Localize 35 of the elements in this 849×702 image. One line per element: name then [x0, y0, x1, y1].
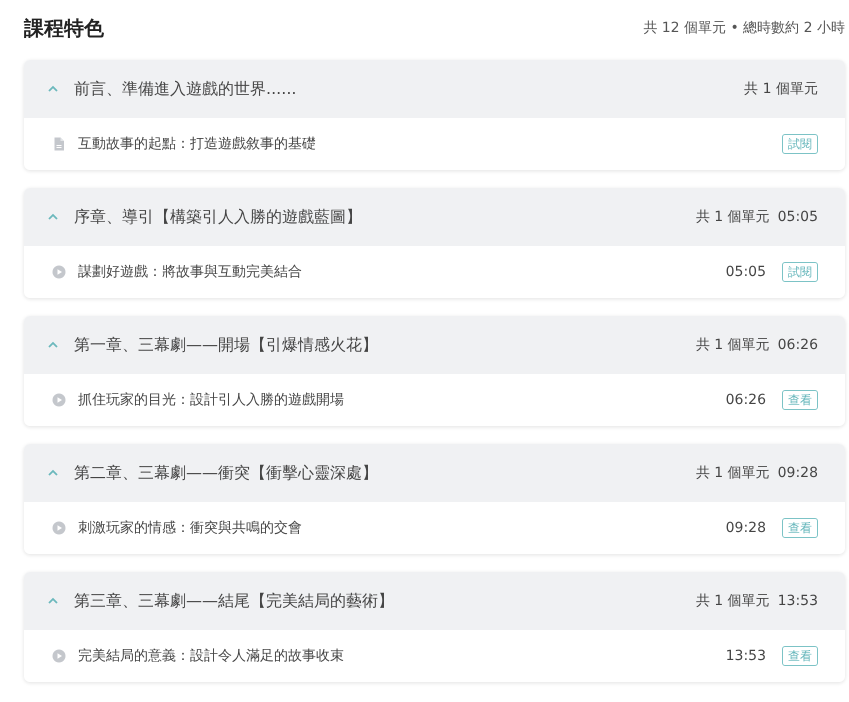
chapter-header[interactable]: 序章、導引【構築引人入勝的遊戲藍圖】 共 1 個單元 05:05: [24, 188, 845, 246]
lesson-duration: 05:05: [726, 264, 766, 280]
unit-count: 共 1 個單元: [696, 336, 770, 354]
lesson-duration: 06:26: [726, 392, 766, 408]
chapter-header[interactable]: 第三章、三幕劇——結尾【完美結局的藝術】 共 1 個單元 13:53: [24, 572, 845, 630]
section-title: 課程特色: [24, 14, 104, 42]
play-icon: [52, 393, 66, 407]
chapter-header[interactable]: 前言、準備進入遊戲的世界...... 共 1 個單元: [24, 60, 845, 118]
play-icon: [52, 649, 66, 663]
play-icon: [52, 521, 66, 535]
chapter-duration: 09:28: [778, 465, 818, 481]
play-icon: [52, 265, 66, 279]
chapter-title: 第三章、三幕劇——結尾【完美結局的藝術】: [74, 590, 395, 612]
chapter-header[interactable]: 第二章、三幕劇——衝突【衝擊心靈深處】 共 1 個單元 09:28: [24, 444, 845, 502]
course-summary: 共 12 個單元 • 總時數約 2 小時: [643, 19, 845, 37]
lesson-title[interactable]: 完美結局的意義：設計令人滿足的故事收束: [78, 647, 726, 665]
unit-count: 共 1 個單元: [696, 464, 770, 482]
unit-count: 共 1 個單元: [696, 208, 770, 226]
chapter-duration: 13:53: [778, 593, 818, 609]
lesson-duration: 13:53: [726, 648, 766, 664]
unit-count: 共 1 個單元: [696, 592, 770, 610]
lesson-title[interactable]: 互動故事的起點：打造遊戲敘事的基礎: [78, 135, 782, 153]
chapter-duration: 05:05: [778, 209, 818, 225]
lesson-duration: 09:28: [726, 520, 766, 536]
lesson-title[interactable]: 抓住玩家的目光：設計引人入勝的遊戲開場: [78, 391, 726, 409]
chapter-title: 第二章、三幕劇——衝突【衝擊心靈深處】: [74, 462, 379, 484]
unit-count: 共 1 個單元: [744, 80, 818, 98]
document-icon: [52, 137, 66, 151]
chapter-header[interactable]: 第一章、三幕劇——開場【引爆情感火花】 共 1 個單元 06:26: [24, 316, 845, 374]
chapter-title: 第一章、三幕劇——開場【引爆情感火花】: [74, 334, 379, 356]
chapter-title: 前言、準備進入遊戲的世界......: [74, 78, 298, 100]
chapter-duration: 06:26: [778, 337, 818, 353]
lesson-title[interactable]: 刺激玩家的情感：衝突與共鳴的交會: [78, 519, 726, 537]
lesson-title[interactable]: 謀劃好遊戲：將故事與互動完美結合: [78, 263, 726, 281]
chapter-title: 序章、導引【構築引人入勝的遊戲藍圖】: [74, 206, 363, 228]
